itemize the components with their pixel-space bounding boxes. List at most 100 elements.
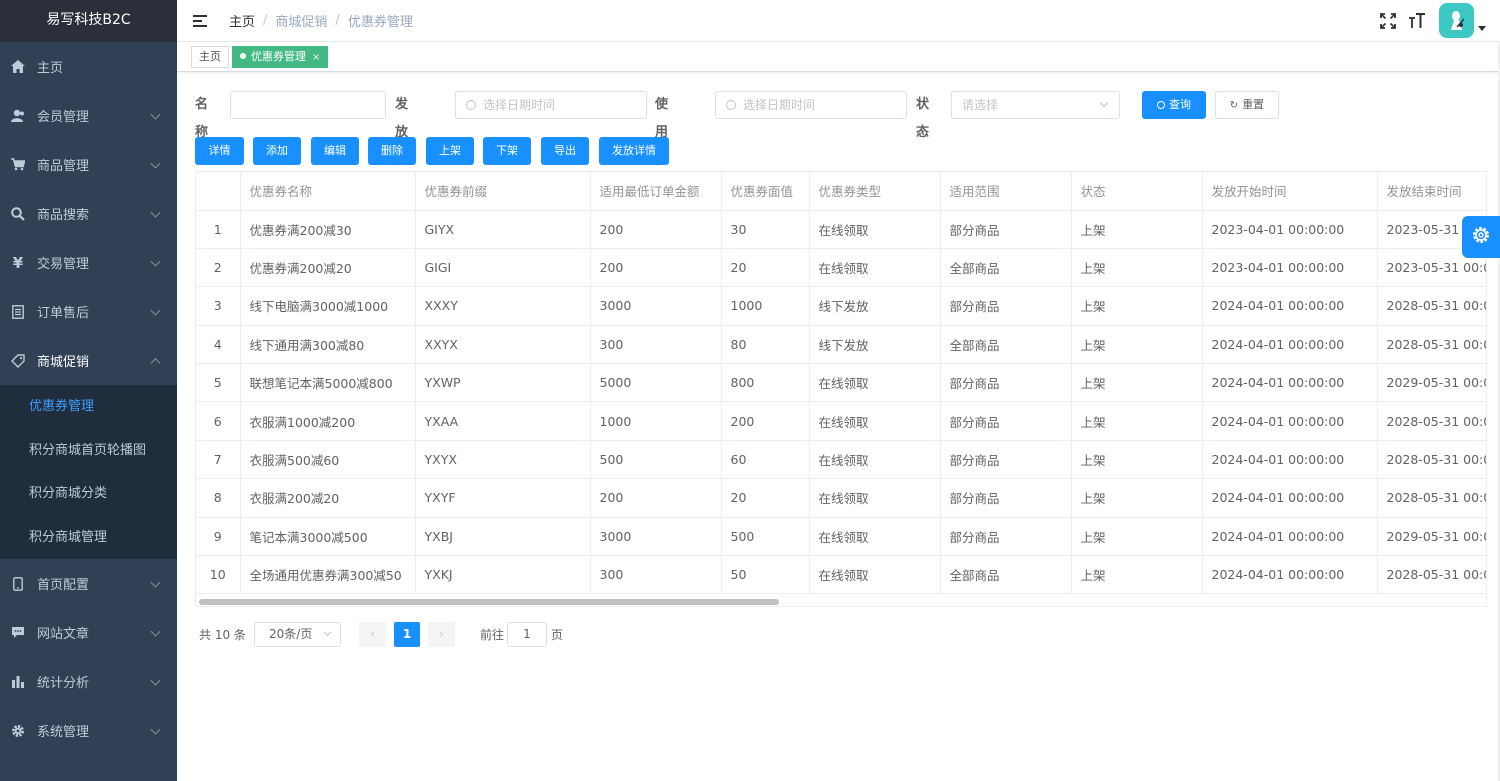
- sidebar-item-members[interactable]: 会员管理: [0, 91, 177, 140]
- export-button[interactable]: 导出: [541, 137, 589, 165]
- tag-coupon[interactable]: 优惠券管理 ×: [232, 46, 329, 68]
- submenu-item-points-manage[interactable]: 积分商城管理: [0, 516, 177, 560]
- add-button[interactable]: 添加: [253, 137, 301, 165]
- table-cell: 200: [590, 210, 722, 249]
- table-cell: 80: [721, 325, 810, 365]
- table-cell: 部分商品: [940, 210, 1072, 249]
- table-cell: 500: [590, 440, 722, 480]
- goto-page-input[interactable]: 1: [507, 622, 547, 647]
- table-cell: 优惠券满200减30: [240, 210, 416, 249]
- table-cell: 线下发放: [809, 286, 941, 326]
- sidebar-item-system[interactable]: 系统管理: [0, 706, 177, 755]
- caret-down-icon[interactable]: [1478, 26, 1486, 31]
- reset-button[interactable]: ↻ 重置: [1215, 91, 1279, 119]
- table-cell: 部分商品: [940, 517, 1072, 557]
- sidebar-item-promotion[interactable]: 商城促销: [0, 336, 177, 385]
- detail-button[interactable]: 详情: [195, 137, 244, 165]
- table-row[interactable]: 2 优惠券满200减20 GIGI 200 20 在线领取 全部商品 上架 2023-04-01…: [196, 248, 1486, 288]
- table-cell: 上架: [1071, 440, 1203, 480]
- on-shelf-button[interactable]: 上架: [426, 137, 474, 165]
- promotion-submenu: 优惠券管理 积分商城首页轮播图 积分商城分类 积分商城管理: [0, 385, 177, 559]
- settings-button[interactable]: [1462, 216, 1500, 258]
- row-index-cell: 1: [196, 210, 241, 249]
- submenu-item-points-category[interactable]: 积分商城分类: [0, 472, 177, 516]
- next-page-button[interactable]: ›: [428, 622, 455, 647]
- table-cell: 上架: [1071, 248, 1203, 288]
- sidebar-item-statistics[interactable]: 统计分析: [0, 657, 177, 706]
- chevron-down-icon: [150, 675, 161, 686]
- table-row[interactable]: 6 衣服满1000减200 YXAA 1000 200 在线领取 部分商品 上架 2024-04…: [196, 401, 1486, 441]
- sidebar-item-label: 网站文章: [37, 627, 90, 642]
- sidebar-item-home-config[interactable]: 首页配置: [0, 559, 177, 608]
- refresh-icon: ↻: [1229, 100, 1239, 111]
- table-row[interactable]: 9 笔记本满3000减500 YXBJ 3000 500 在线领取 部分商品 上架 2024-0…: [196, 517, 1486, 557]
- sidebar-item-trade[interactable]: ¥ 交易管理: [0, 238, 177, 287]
- table-row[interactable]: 8 衣服满200减20 YXYF 200 20 在线领取 部分商品 上架 2024-04-01 …: [196, 478, 1486, 518]
- chevron-down-icon: [150, 577, 161, 588]
- table-cell: 部分商品: [940, 401, 1072, 441]
- pagination-total: 共 10 条: [199, 628, 246, 642]
- breadcrumb-item-promotion: 商城促销: [275, 15, 328, 30]
- status-placeholder: 请选择: [962, 98, 999, 112]
- table-cell: 2024-04-01 00:00:00: [1202, 478, 1378, 518]
- message-icon: [11, 626, 25, 640]
- row-index-cell: 4: [196, 325, 241, 365]
- column-header: 状态: [1071, 172, 1203, 211]
- table-cell: GIGI: [415, 248, 591, 288]
- cart-icon: [11, 158, 25, 172]
- table-row[interactable]: 10 全场通用优惠券满300减50 YXKJ 300 50 在线领取 全部商品 上架 2024-…: [196, 555, 1486, 595]
- table-cell: 部分商品: [940, 440, 1072, 480]
- clock-icon: [726, 100, 736, 110]
- chevron-down-icon: [150, 724, 161, 735]
- sidebar-item-label: 商品管理: [37, 159, 90, 174]
- table-row[interactable]: 3 线下电脑满3000减1000 XXXY 3000 1000 线下发放 部分商品 上架 202…: [196, 286, 1486, 326]
- tag-home[interactable]: 主页: [191, 46, 229, 68]
- column-header: 适用最低订单金额: [590, 172, 722, 211]
- sidebar-item-after-sales[interactable]: 订单售后: [0, 287, 177, 336]
- table-cell: 300: [590, 325, 722, 365]
- table-cell: 衣服满200减20: [240, 478, 416, 518]
- home-icon: [11, 60, 25, 74]
- fullscreen-icon[interactable]: [1379, 12, 1397, 30]
- page-size-select[interactable]: 20条/页: [254, 622, 341, 647]
- edit-button[interactable]: 编辑: [311, 137, 359, 165]
- table-cell: 线下通用满300减80: [240, 325, 416, 365]
- table-cell: 2028-05-31 00:00:00: [1377, 478, 1486, 518]
- issue-date-picker[interactable]: 选择日期时间: [455, 91, 647, 119]
- sidebar-item-articles[interactable]: 网站文章: [0, 608, 177, 657]
- sidebar-item-label: 统计分析: [37, 676, 90, 691]
- page-number-1[interactable]: 1: [394, 622, 420, 647]
- breadcrumb-item-home[interactable]: 主页: [229, 11, 255, 30]
- avatar[interactable]: [1439, 3, 1474, 38]
- scrollbar-thumb[interactable]: [199, 599, 779, 605]
- chevron-up-icon: [150, 357, 161, 368]
- column-header: 适用范围: [940, 172, 1072, 211]
- close-icon[interactable]: ×: [312, 52, 320, 63]
- row-index-cell: 3: [196, 286, 241, 326]
- coupon-table: 优惠券名称 优惠券前缀 适用最低订单金额 优惠券面值 优惠券类型 适用范围 状态 发放开始时间…: [195, 171, 1487, 607]
- font-size-icon[interactable]: [1408, 12, 1426, 30]
- table-row[interactable]: 5 联想笔记本满5000减800 YXWP 5000 800 在线领取 部分商品 上架 2024…: [196, 363, 1486, 403]
- chevron-down-icon: [150, 256, 161, 267]
- sidebar-item-product-search[interactable]: 商品搜索: [0, 189, 177, 238]
- prev-page-button[interactable]: ‹: [359, 622, 386, 647]
- horizontal-scrollbar[interactable]: [195, 596, 1487, 606]
- submenu-item-coupon[interactable]: 优惠券管理: [0, 385, 177, 429]
- column-header: 优惠券面值: [721, 172, 810, 211]
- submenu-item-points-banner[interactable]: 积分商城首页轮播图: [0, 429, 177, 473]
- status-select[interactable]: 请选择: [951, 91, 1120, 119]
- row-index-cell: 2: [196, 248, 241, 288]
- table-row[interactable]: 1 优惠券满200减30 GIYX 200 30 在线领取 部分商品 上架 2023-04-01…: [196, 210, 1486, 249]
- sidebar-item-products[interactable]: 商品管理: [0, 140, 177, 189]
- table-row[interactable]: 4 线下通用满300减80 XXYX 300 80 线下发放 全部商品 上架 2024-04-0…: [196, 325, 1486, 365]
- hamburger-icon[interactable]: [193, 14, 207, 27]
- delete-button[interactable]: 删除: [368, 137, 416, 165]
- search-button[interactable]: 查询: [1142, 91, 1206, 119]
- use-date-picker[interactable]: 选择日期时间: [715, 91, 907, 119]
- table-row[interactable]: 7 衣服满500减60 YXYX 500 60 在线领取 部分商品 上架 2024-04-01 …: [196, 440, 1486, 480]
- search-icon: [11, 206, 25, 221]
- name-input[interactable]: [230, 91, 386, 119]
- sidebar-item-home[interactable]: 主页: [0, 42, 177, 91]
- off-shelf-button[interactable]: 下架: [483, 137, 531, 165]
- issue-detail-button[interactable]: 发放详情: [599, 137, 669, 165]
